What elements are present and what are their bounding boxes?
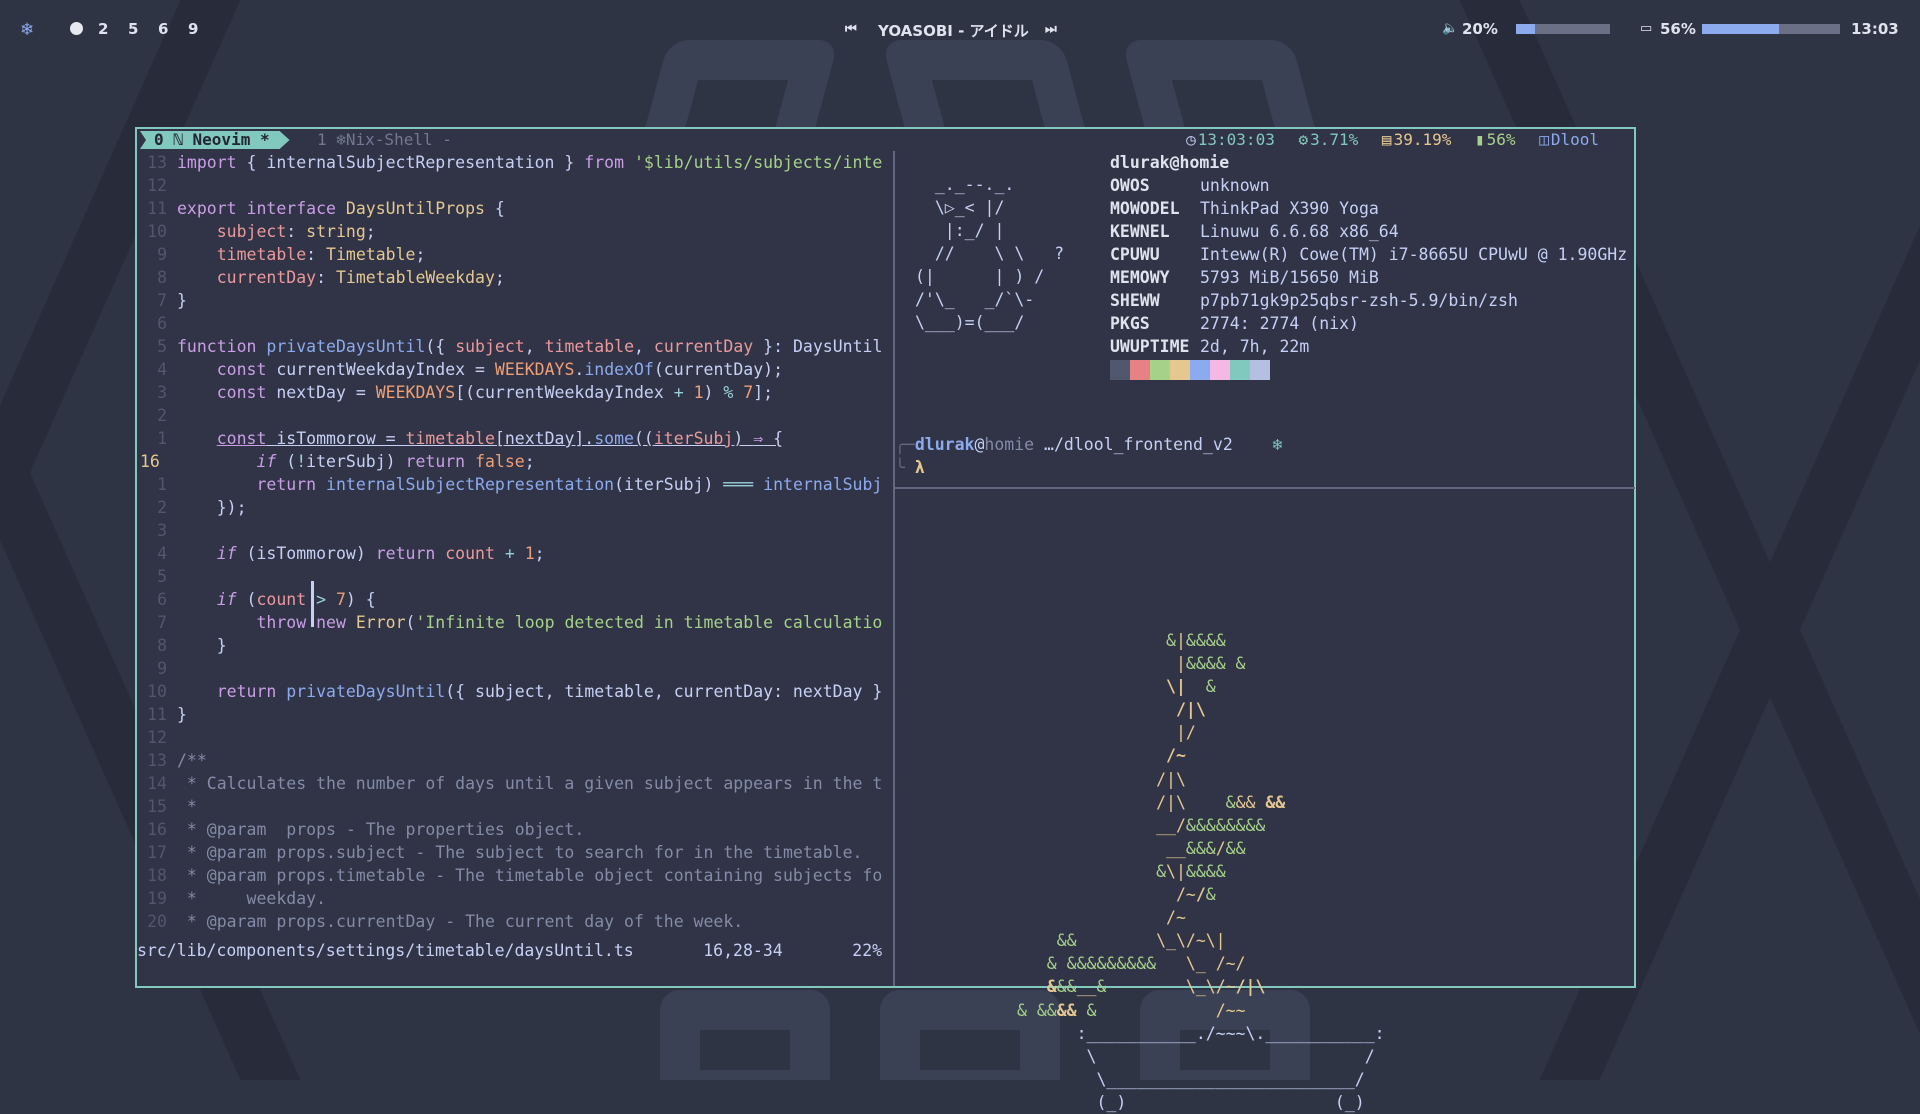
color-palette <box>1110 360 1627 380</box>
bonsai-tree-art: &|&&&& |&&&& & \| & /|\ |/ /~ /|\ /|\ &&… <box>1017 631 1385 1112</box>
shell-prompt[interactable]: ╭─dlurak@homie …/dlool_frontend_v2 ❄ ╰ λ <box>895 433 1282 479</box>
battery-small-icon: ▮ <box>1475 130 1485 149</box>
fetch-row-cpu: CPUWU Inteww(R) Cowe(TM) i7-8665U CPUwU @… <box>1110 245 1628 264</box>
memory-icon: ▤ <box>1381 130 1392 149</box>
clock-icon: ◷ <box>1186 130 1196 149</box>
tmux-battery: 56% <box>1486 130 1516 149</box>
nix-shell-icon: ❄ <box>1272 435 1283 454</box>
fetch-row-model: MOWODEL ThinkPad X390 Yoga <box>1110 199 1379 218</box>
tmux-session: Dlool <box>1550 130 1599 149</box>
palette-swatch <box>1110 360 1130 380</box>
prompt-user: dlurak <box>914 435 975 454</box>
media-title[interactable]: YOASOBI - アイドル <box>878 20 1029 41</box>
status-file-path: src/lib/components/settings/timetable/da… <box>137 941 634 960</box>
terminal-window[interactable]: 0 ℕ Neovim * 1 ❄Nix-Shell - ◷ 13:03:03 ⚙ 3… <box>135 127 1636 1112</box>
tmux-tab-neovim[interactable]: 0 ℕ Neovim * <box>140 131 290 149</box>
workspace-9[interactable]: 9 <box>188 20 198 38</box>
palette-swatch <box>1190 360 1210 380</box>
fetch-row-shell: SHEWW p7pb71gk9p25qbsr-zsh-5.9/bin/zsh <box>1110 291 1518 310</box>
tmux-right-status: ◷ 13:03:03 ⚙ 3.71% ▤ 39.19% ▮ 56% ◫ Dlool <box>1172 129 1599 151</box>
volume-icon[interactable]: 🔈 <box>1442 21 1458 36</box>
prompt-path: …/dlool_frontend_v2 <box>1044 435 1233 454</box>
tmux-cpu: 3.71% <box>1310 130 1359 149</box>
cpu-icon: ⚙ <box>1298 130 1309 149</box>
fetch-row-packages: PKGS 2774: 2774 (nix) <box>1110 314 1359 333</box>
palette-swatch <box>1150 360 1170 380</box>
nixos-ascii-logo: _._--._. \▷_< |/ |:_/ | // \ \ ? (| | ) … <box>915 175 1065 332</box>
palette-swatch <box>1210 360 1230 380</box>
fetch-user-host: dlurak@homie <box>1110 153 1230 172</box>
status-scroll-percent: 22% <box>852 941 883 960</box>
prompt-symbol: λ <box>914 458 925 477</box>
volume-label: 20% <box>1462 20 1498 38</box>
tmux-status-bar: 0 ℕ Neovim * 1 ❄Nix-Shell - ◷ 13:03:03 ⚙ 3… <box>137 129 1634 151</box>
next-track-icon[interactable]: ⏭ <box>1045 22 1057 37</box>
tmux-time: 13:03:03 <box>1197 130 1275 149</box>
fetch-row-os: OWOS unknown <box>1110 176 1270 195</box>
previous-track-icon[interactable]: ⏮ <box>845 22 857 37</box>
tmux-mem: 39.19% <box>1393 130 1452 149</box>
palette-swatch <box>1170 360 1190 380</box>
battery-label: 56% <box>1660 20 1696 38</box>
prompt-host: homie <box>984 435 1035 454</box>
volume-slider[interactable] <box>1516 24 1610 34</box>
fetch-row-memory: MEMOWY 5793 MiB/15650 MiB <box>1110 268 1379 287</box>
fetch-row-kernel: KEWNEL Linuwu 6.6.68 x86_64 <box>1110 222 1399 241</box>
palette-swatch <box>1130 360 1150 380</box>
fetch-row-uptime: UWUPTIME 2d, 7h, 22m <box>1110 337 1310 356</box>
clock: 13:03 <box>1851 20 1899 38</box>
neovim-editor[interactable]: 13 import { internalSubjectRepresentation… <box>137 151 890 964</box>
top-bar: ❄ 2 5 6 9 ⏮ YOASOBI - アイドル ⏭ 🔈 20% ▭ 56%… <box>0 0 1920 58</box>
battery-icon: ▭ <box>1640 21 1653 36</box>
battery-meter <box>1702 24 1840 34</box>
pane-divider-horizontal[interactable] <box>895 487 1635 489</box>
neovim-statusline: src/lib/components/settings/timetable/da… <box>137 939 890 962</box>
indent-scope-guide <box>311 581 314 627</box>
session-icon: ◫ <box>1539 130 1549 149</box>
tmux-tab-nix-shell[interactable]: 1 ❄Nix-Shell - <box>317 129 452 151</box>
fetch-info-rows: OWOS unknown MOWODEL ThinkPad X390 Yoga KE… <box>1110 174 1627 358</box>
workspace-5[interactable]: 5 <box>128 20 138 38</box>
workspace-2[interactable]: 2 <box>98 20 108 38</box>
status-cursor-position: 16,28-34 <box>703 941 783 960</box>
palette-swatch <box>1230 360 1250 380</box>
workspace-6[interactable]: 6 <box>158 20 168 38</box>
workspace-active-dot-icon[interactable] <box>70 20 83 38</box>
palette-swatch <box>1250 360 1270 380</box>
nixos-logo-icon[interactable]: ❄ <box>20 20 34 40</box>
